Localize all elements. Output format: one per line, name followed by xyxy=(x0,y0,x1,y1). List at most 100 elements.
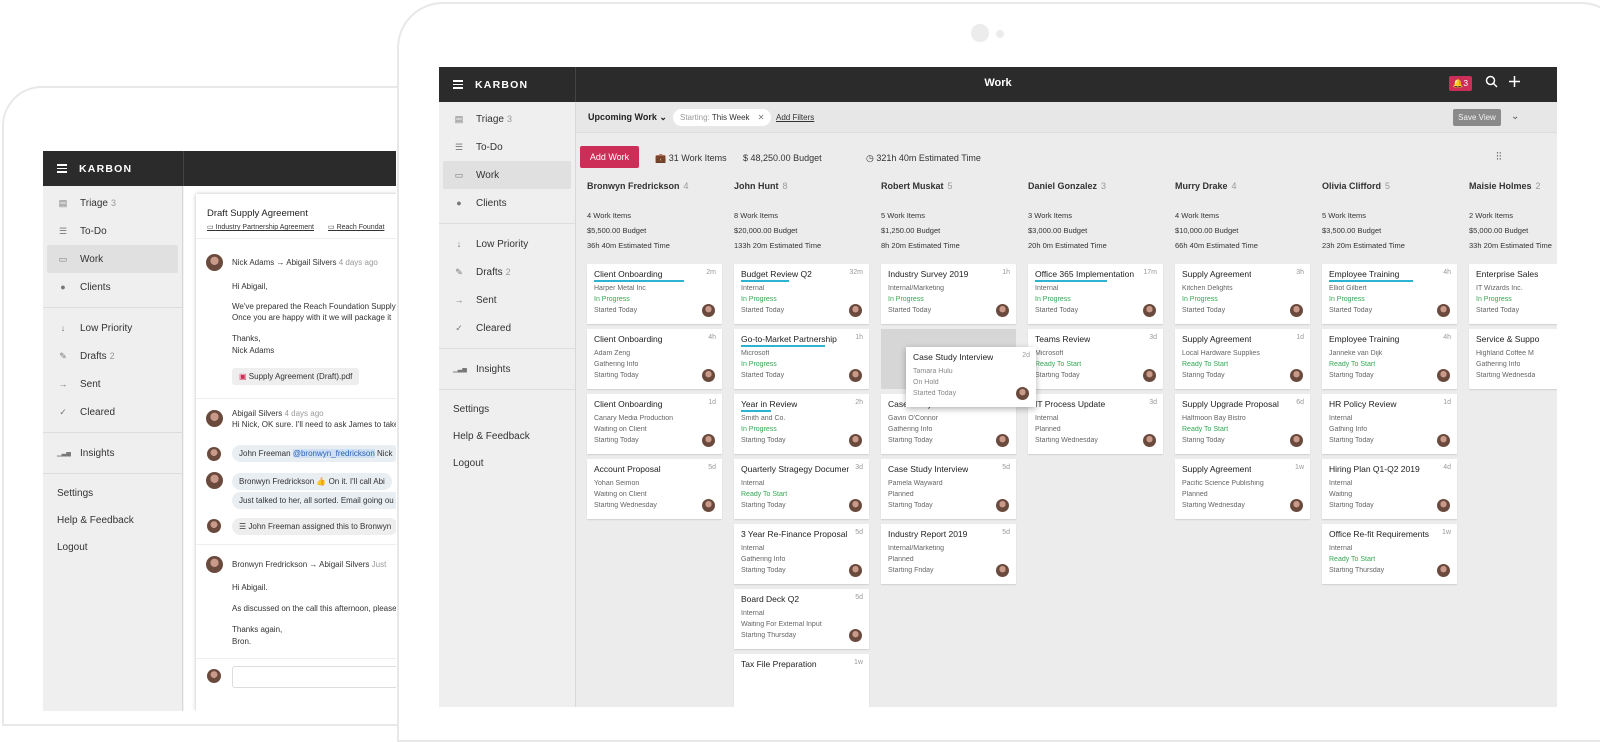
avatar xyxy=(996,499,1009,512)
work-card[interactable]: Industry Survey 2019 1h Internal/Marketing… xyxy=(881,264,1016,324)
card-date: Starting Wednesday xyxy=(1182,502,1245,509)
sidebar-item-drafts[interactable]: ✎ Drafts 2 xyxy=(47,342,178,370)
card-age: 3d xyxy=(855,464,863,471)
card-client: Smith and Co. xyxy=(741,415,786,422)
tag-link[interactable]: ▭ Reach Foundat xyxy=(328,223,384,231)
settings-sliders-icon[interactable]: ⫶⫶ xyxy=(1496,151,1502,164)
card-client: Microsoft xyxy=(1035,350,1064,357)
mention[interactable]: @bronwyn_fredrickson xyxy=(292,449,375,458)
work-card[interactable]: IT Process Update 3d Internal Planned Starti… xyxy=(1028,394,1163,454)
sidebar-link-settings[interactable]: Settings xyxy=(43,480,182,507)
work-card[interactable]: Industry Report 2019 5d Internal/Marketing… xyxy=(881,524,1016,584)
card-title: Employee Training xyxy=(1329,334,1400,344)
sidebar-item-sent[interactable]: → Sent xyxy=(47,370,178,398)
bell-icon: 🔔 xyxy=(1452,78,1464,88)
sidebar-item-triage[interactable]: ▤ Triage 3 xyxy=(47,189,178,217)
work-card[interactable]: Service & Suppo Highland Coffee M Gatherin… xyxy=(1469,329,1557,389)
reply-input[interactable] xyxy=(232,666,396,688)
work-card[interactable]: Supply Agreement 3h Kitchen Delights In Pro… xyxy=(1175,264,1310,324)
briefcase-icon: ▭ xyxy=(454,169,464,180)
work-card[interactable]: Board Deck Q2 5d Internal Waiting For Exter… xyxy=(734,589,869,649)
add-filters-link[interactable]: Add Filters xyxy=(776,113,814,122)
work-card[interactable]: Supply Agreement 1d Local Hardware Supplie… xyxy=(1175,329,1310,389)
sidebar-item-label: Drafts xyxy=(476,266,503,278)
work-card[interactable]: Teams Review 3d Microsoft Ready To Start Sta… xyxy=(1028,329,1163,389)
card-status: Ready To Start xyxy=(741,491,788,498)
sidebar-link-help-feedback[interactable]: Help & Feedback xyxy=(439,423,575,450)
sidebar-item-to-do[interactable]: ☰ To-Do xyxy=(47,217,178,245)
search-icon[interactable] xyxy=(1485,75,1498,91)
work-card[interactable]: Client Onboarding 1d Canary Media Producti… xyxy=(587,394,722,454)
notifications-button[interactable]: 🔔3 xyxy=(1449,76,1472,91)
work-card[interactable]: Employee Training 4h Janneke van Dijk Ready… xyxy=(1322,329,1457,389)
divider xyxy=(439,389,575,390)
column-stat: 23h 20m Estimated Time xyxy=(1322,241,1405,250)
card-client: Internal xyxy=(1035,285,1059,292)
view-selector[interactable]: Upcoming Work ⌄ xyxy=(588,112,667,123)
work-card[interactable]: Client Onboarding 2m Harper Metal Inc In Pr… xyxy=(587,264,722,324)
sidebar-item-to-do[interactable]: ☰ To-Do xyxy=(443,133,571,161)
work-card[interactable]: HR Policy Review 1d Internal Gathing Info St… xyxy=(1322,394,1457,454)
column-stat: $5,000.00 Budget xyxy=(1469,226,1529,235)
sidebar-link-help-feedback[interactable]: Help & Feedback xyxy=(43,507,182,534)
sidebar-item-label: Triage xyxy=(80,197,108,209)
work-card[interactable]: Hiring Plan Q1-Q2 2019 4d Internal Waiting S… xyxy=(1322,459,1457,519)
work-card[interactable]: Enterprise Sales IT Wizards Inc. In Progre… xyxy=(1469,264,1557,324)
sidebar-link-settings[interactable]: Settings xyxy=(439,396,575,423)
dragged-work-card[interactable]: Case Study Interview 2d Tamara Hulu On Hold… xyxy=(906,347,1036,407)
work-card[interactable]: Office 365 Implementation 17m Internal In P… xyxy=(1028,264,1163,324)
work-card[interactable]: Employee Training 4h Elliot Gilbert In Prog… xyxy=(1322,264,1457,324)
work-card[interactable]: Budget Review Q2 32m Internal In Progress St… xyxy=(734,264,869,324)
work-card[interactable]: Supply Agreement 1w Pacific Science Publis… xyxy=(1175,459,1310,519)
sidebar-item-cleared[interactable]: ✓ Cleared xyxy=(443,314,571,342)
sidebar: ▤ Triage 3 ☰ To-Do ▭ Work ● Clients ↓ Low Priority… xyxy=(439,102,576,707)
sidebar-item-cleared[interactable]: ✓ Cleared xyxy=(47,398,178,426)
sidebar-item-drafts[interactable]: ✎ Drafts 2 xyxy=(443,258,571,286)
card-status: Gathering Info xyxy=(1476,361,1521,368)
sidebar-item-clients[interactable]: ● Clients xyxy=(443,189,571,217)
attachment[interactable]: ▣ Supply Agreement (Draft).pdf xyxy=(232,368,360,385)
work-card[interactable]: 3 Year Re-Finance Proposal 5d Internal Gath… xyxy=(734,524,869,584)
close-icon[interactable]: ✕ xyxy=(758,113,765,122)
card-status: On Hold xyxy=(913,379,939,386)
sidebar-link-logout[interactable]: Logout xyxy=(439,450,575,477)
add-work-button[interactable]: Add Work xyxy=(580,146,639,168)
sidebar-item-work[interactable]: ▭ Work xyxy=(47,245,178,273)
column-header: Maisie Holmes 2 xyxy=(1469,181,1541,191)
chevron-down-icon[interactable]: ⌄ xyxy=(1511,111,1519,122)
menu-icon[interactable] xyxy=(57,162,67,175)
work-card[interactable]: Supply Upgrade Proposal 6d Halfmoon Bay Bi… xyxy=(1175,394,1310,454)
sidebar-item-insights[interactable]: ▁▃▅ Insights xyxy=(443,355,571,383)
avatar xyxy=(996,304,1009,317)
arrow-right-icon: → xyxy=(454,295,464,305)
work-card[interactable]: Account Proposal 5d Yohan Seimon Waiting on… xyxy=(587,459,722,519)
filter-chip[interactable]: Starting: This Week ✕ xyxy=(673,109,772,126)
sidebar-item-triage[interactable]: ▤ Triage 3 xyxy=(443,105,571,133)
sidebar-item-clients[interactable]: ● Clients xyxy=(47,273,178,301)
work-card[interactable]: Tax File Preparation 1w xyxy=(734,654,869,707)
message-line: Hi Nick, OK sure. I'll need to ask James… xyxy=(232,420,396,429)
work-card[interactable]: Go-to-Market Partnership 1h Microsoft In Pr… xyxy=(734,329,869,389)
sidebar-item-label: Low Priority xyxy=(80,322,133,334)
card-age: 1h xyxy=(1002,269,1010,276)
sidebar-item-insights[interactable]: ▁▃▅ Insights xyxy=(47,439,178,467)
card-client: Halfmoon Bay Bistro xyxy=(1182,415,1246,422)
tag-link[interactable]: ▭ Industry Partnership Agreement xyxy=(207,223,314,231)
work-card[interactable]: Office Re-fit Requirements 1w Internal Read… xyxy=(1322,524,1457,584)
avatar xyxy=(1143,304,1156,317)
sidebar-item-work[interactable]: ▭ Work xyxy=(443,161,571,189)
sidebar-item-low-priority[interactable]: ↓ Low Priority xyxy=(443,230,571,258)
arrow-down-icon: ↓ xyxy=(456,239,462,249)
work-card[interactable]: Year in Review 2h Smith and Co. In Progress… xyxy=(734,394,869,454)
brand[interactable]: KARBON xyxy=(57,151,132,186)
work-card[interactable]: Quarterly Stragegy Document 3d Internal Rea… xyxy=(734,459,869,519)
work-card[interactable]: Case Study Interview 5d Pamela Wayward Plan… xyxy=(881,459,1016,519)
save-view-button[interactable]: Save View xyxy=(1453,109,1501,126)
plus-icon[interactable] xyxy=(1508,75,1521,91)
sidebar-item-sent[interactable]: → Sent xyxy=(443,286,571,314)
sidebar-item-low-priority[interactable]: ↓ Low Priority xyxy=(47,314,178,342)
card-age: 4h xyxy=(1443,269,1451,276)
sidebar-link-logout[interactable]: Logout xyxy=(43,534,182,561)
work-card[interactable]: Client Onboarding 4h Adam Zeng Gathering In… xyxy=(587,329,722,389)
card-title: Supply Agreement xyxy=(1182,269,1252,279)
